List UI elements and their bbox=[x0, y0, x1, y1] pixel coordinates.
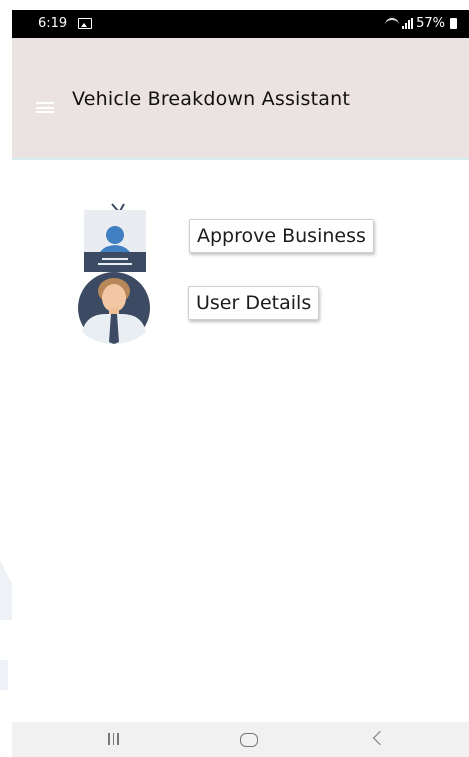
gallery-icon bbox=[78, 18, 92, 29]
status-time: 6:19 bbox=[38, 16, 68, 31]
approve-business-button[interactable]: Approve Business bbox=[189, 219, 374, 253]
app-title: Vehicle Breakdown Assistant bbox=[72, 88, 351, 110]
user-details-button[interactable]: User Details bbox=[188, 286, 320, 320]
home-icon[interactable] bbox=[240, 733, 258, 747]
background-decoration bbox=[0, 560, 12, 620]
screen: 6:19 57% Vehicle Breakdown Assistant App… bbox=[0, 0, 469, 757]
app-toolbar: Vehicle Breakdown Assistant bbox=[12, 38, 469, 160]
battery-percent: 57% bbox=[416, 16, 445, 31]
battery-icon bbox=[450, 18, 457, 29]
status-bar: 6:19 57% bbox=[12, 10, 469, 38]
recents-icon[interactable] bbox=[108, 733, 119, 745]
status-right: 57% bbox=[385, 16, 457, 31]
system-nav-bar bbox=[12, 722, 469, 757]
signal-icon bbox=[402, 18, 414, 29]
wifi-icon bbox=[385, 17, 400, 30]
hamburger-menu-icon[interactable] bbox=[36, 102, 54, 113]
admin-user-icon bbox=[78, 203, 150, 344]
background-decoration bbox=[0, 660, 8, 690]
back-icon[interactable] bbox=[372, 730, 388, 746]
